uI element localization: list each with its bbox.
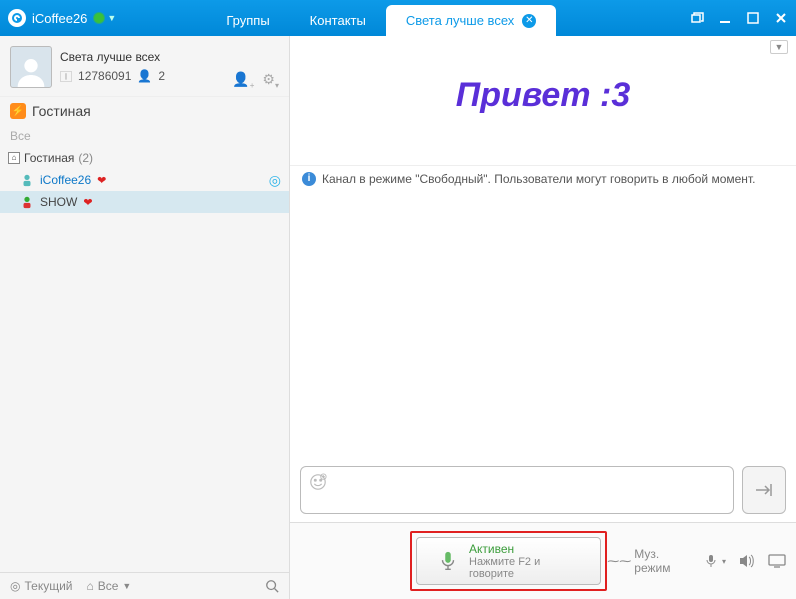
current-label: Текущий	[24, 579, 72, 593]
message-input[interactable]	[300, 466, 734, 514]
mic-hint: Нажмите F2 и говорите	[469, 556, 580, 580]
close-window-button[interactable]	[774, 11, 788, 25]
user-name: iCoffee26	[40, 173, 91, 187]
rss-icon: ⚡	[10, 103, 26, 119]
mic-button-highlight: Активен Нажмите F2 и говорите	[410, 531, 607, 591]
speaker-button[interactable]	[738, 553, 756, 569]
all-filter-button[interactable]: ⌂ Все ▼	[86, 579, 131, 593]
collapse-icon[interactable]: ▼	[770, 40, 788, 54]
chevron-down-icon: ▼	[122, 581, 131, 591]
location-icon: ◎	[269, 172, 281, 189]
channel-name: Гостиная	[32, 103, 91, 119]
people-count: 2	[158, 69, 165, 83]
mic-status: Активен	[469, 542, 580, 556]
current-filter-button[interactable]: ◎ Текущий	[10, 579, 72, 593]
room-row[interactable]: ⌂ Гостиная (2)	[0, 147, 289, 169]
home-icon: ⌂	[86, 579, 93, 593]
profile-avatar[interactable]	[10, 46, 52, 88]
notice-bar: i Канал в режиме "Свободный". Пользовате…	[290, 165, 796, 192]
user-name: SHOW	[40, 195, 77, 209]
emoji-icon[interactable]	[309, 473, 327, 491]
home-icon: ⌂	[8, 152, 20, 164]
screen-button[interactable]	[768, 554, 786, 568]
heart-icon: ❤	[97, 174, 106, 187]
add-user-icon[interactable]: 👤+	[232, 71, 254, 90]
profile-block: Света лучше всех 🄸 12786091 👤 2 👤+ ⚙▾	[0, 36, 289, 96]
tab-groups[interactable]: Группы	[206, 5, 289, 36]
minimize-button[interactable]	[718, 11, 732, 25]
all-label: Все	[0, 125, 289, 147]
user-icon	[20, 195, 34, 209]
send-button[interactable]	[742, 466, 786, 514]
room-count: (2)	[78, 151, 93, 165]
heart-icon: ❤	[83, 196, 92, 209]
channel-header[interactable]: ⚡ Гостиная	[0, 96, 289, 125]
close-tab-icon[interactable]: ✕	[522, 14, 536, 28]
banner-text: Привет :3	[290, 36, 796, 165]
profile-id: 12786091	[78, 69, 131, 83]
person-icon: 👤	[137, 69, 152, 83]
main-tabs: Группы Контакты Света лучше всех ✕	[206, 0, 556, 36]
room-name: Гостиная	[24, 151, 74, 165]
app-logo	[8, 9, 26, 27]
search-button[interactable]	[265, 579, 279, 593]
user-row-icoffee26[interactable]: iCoffee26 ❤ ◎	[0, 169, 289, 191]
profile-name: Света лучше всех	[60, 50, 165, 64]
tab-active-chat[interactable]: Света лучше всех ✕	[386, 5, 556, 36]
info-icon: i	[302, 172, 316, 186]
waveform-icon: ⁓⁓	[607, 554, 631, 568]
popout-button[interactable]	[690, 11, 704, 25]
target-icon: ◎	[10, 579, 20, 593]
maximize-button[interactable]	[746, 11, 760, 25]
user-icon	[20, 173, 34, 187]
app-name: iCoffee26	[32, 11, 87, 26]
mic-button[interactable]: Активен Нажмите F2 и говорите	[416, 537, 601, 585]
status-dropdown-icon[interactable]: ▼	[107, 13, 116, 23]
id-icon: 🄸	[60, 68, 72, 85]
status-indicator[interactable]	[93, 12, 105, 24]
mic-settings-button[interactable]: ▾	[703, 553, 726, 569]
tab-active-label: Света лучше всех	[406, 13, 514, 28]
tab-contacts[interactable]: Контакты	[290, 5, 386, 36]
music-mode-button[interactable]: ⁓⁓ Муз. режим	[607, 547, 691, 575]
music-mode-label: Муз. режим	[634, 547, 691, 575]
gear-icon[interactable]: ⚙▾	[262, 71, 279, 90]
user-row-show[interactable]: SHOW ❤	[0, 191, 289, 213]
chat-area	[290, 192, 796, 458]
microphone-icon	[437, 550, 459, 572]
all-label: Все	[98, 579, 119, 593]
notice-text: Канал в режиме "Свободный". Пользователи…	[322, 172, 755, 186]
